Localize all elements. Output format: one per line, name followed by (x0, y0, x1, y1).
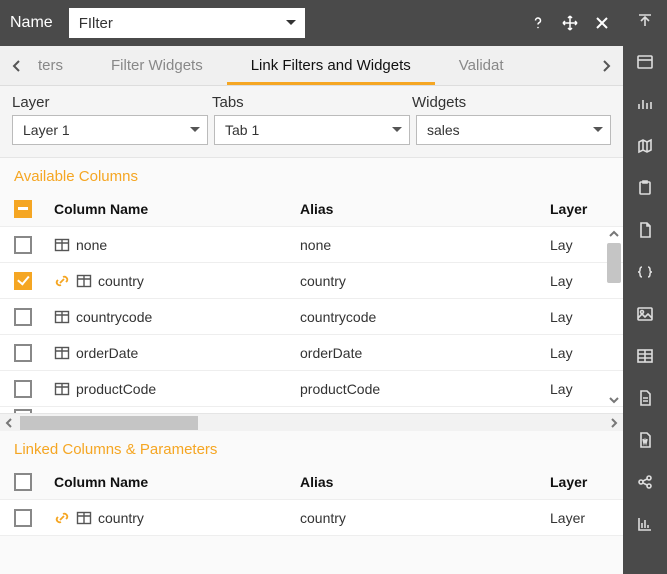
scroll-right-icon[interactable] (605, 414, 623, 432)
tabs-scroll-right[interactable] (589, 46, 623, 85)
column-icon (54, 237, 70, 253)
tabs-dropdown-value: Tab 1 (225, 122, 259, 138)
linked-header-name[interactable]: Column Name (54, 474, 300, 490)
tab-link-filters-and-widgets[interactable]: Link Filters and Widgets (227, 46, 435, 85)
clipboard-icon[interactable] (631, 174, 659, 202)
column-icon (76, 273, 92, 289)
column-icon (54, 381, 70, 397)
available-row[interactable]: nonenoneLay (0, 227, 623, 263)
available-columns-title: Available Columns (0, 158, 623, 191)
link-icon (54, 273, 70, 289)
available-row[interactable]: orderDateorderDateLay (0, 335, 623, 371)
column-name: country (98, 510, 144, 526)
layer-dropdown-label: Layer (12, 94, 212, 111)
tabs-dropdown-label: Tabs (212, 94, 412, 111)
column-icon (54, 309, 70, 325)
column-name: countrycode (76, 309, 152, 325)
titlebar-filter-select[interactable]: FIlter (69, 8, 305, 38)
available-row[interactable] (0, 407, 623, 413)
chart-icon[interactable] (631, 510, 659, 538)
code-icon[interactable] (631, 258, 659, 286)
tabs-scroll-left[interactable] (0, 46, 34, 85)
analytics-icon[interactable] (631, 90, 659, 118)
caret-down-icon (391, 124, 403, 136)
column-alias: country (300, 510, 550, 526)
available-row[interactable]: countrycodecountrycodeLay (0, 299, 623, 335)
row-checkbox[interactable] (14, 272, 32, 290)
available-select-all-checkbox[interactable] (14, 200, 32, 218)
column-alias: country (300, 273, 550, 289)
sheet-icon[interactable] (631, 384, 659, 412)
row-checkbox[interactable] (14, 308, 32, 326)
row-checkbox[interactable] (14, 344, 32, 362)
available-row[interactable]: countrycountryLay (0, 263, 623, 299)
column-alias: countrycode (300, 309, 550, 325)
tab-filter-widgets[interactable]: Filter Widgets (87, 46, 227, 85)
widgets-dropdown-value: sales (427, 122, 460, 138)
column-icon (76, 510, 92, 526)
scroll-down-icon[interactable] (607, 393, 621, 407)
titlebar-name-label: Name (10, 14, 53, 32)
right-sidebar (623, 0, 667, 574)
move-icon[interactable] (559, 12, 581, 34)
available-row[interactable]: productCodeproductCodeLay (0, 371, 623, 407)
share-icon[interactable] (631, 468, 659, 496)
widgets-dropdown-label: Widgets (412, 94, 611, 111)
available-header-alias[interactable]: Alias (300, 201, 550, 217)
document-icon[interactable] (631, 216, 659, 244)
column-name: productCode (76, 381, 156, 397)
data-panel-icon[interactable] (631, 48, 659, 76)
column-icon (54, 345, 70, 361)
column-layer: Layer (550, 510, 623, 526)
caret-down-icon (592, 124, 604, 136)
scroll-thumb[interactable] (607, 243, 621, 283)
available-vertical-scrollbar[interactable] (605, 227, 623, 407)
table-icon[interactable] (631, 342, 659, 370)
available-horizontal-scrollbar[interactable] (0, 413, 623, 431)
linked-columns-title: Linked Columns & Parameters (0, 431, 623, 464)
available-header-name[interactable]: Column Name (54, 201, 300, 217)
help-icon[interactable] (527, 12, 549, 34)
caret-down-icon (189, 124, 201, 136)
row-checkbox[interactable] (14, 236, 32, 254)
row-checkbox[interactable] (14, 509, 32, 527)
image-icon[interactable] (631, 300, 659, 328)
tab-partial-left[interactable]: ters (34, 46, 87, 85)
tabs-dropdown[interactable]: Tab 1 (214, 115, 410, 145)
scroll-thumb[interactable] (20, 416, 198, 430)
row-checkbox[interactable] (14, 409, 32, 414)
linked-header-layer[interactable]: Layer (550, 474, 623, 490)
tab-partial-right[interactable]: Validat (435, 46, 528, 85)
linked-header-alias[interactable]: Alias (300, 474, 550, 490)
column-alias: none (300, 237, 550, 253)
map-icon[interactable] (631, 132, 659, 160)
column-alias: orderDate (300, 345, 550, 361)
available-header-layer[interactable]: Layer (550, 201, 623, 217)
column-name: none (76, 237, 107, 253)
caret-down-icon (285, 17, 297, 29)
scroll-up-icon[interactable] (607, 227, 621, 241)
layer-dropdown-value: Layer 1 (23, 122, 70, 138)
linked-row[interactable]: countrycountryLayer (0, 500, 623, 536)
widgets-dropdown[interactable]: sales (416, 115, 611, 145)
titlebar-filter-value: FIlter (79, 15, 113, 32)
column-name: orderDate (76, 345, 138, 361)
row-checkbox[interactable] (14, 380, 32, 398)
column-name: country (98, 273, 144, 289)
collapse-top-icon[interactable] (631, 6, 659, 34)
scroll-left-icon[interactable] (0, 414, 18, 432)
column-alias: productCode (300, 381, 550, 397)
link-icon (54, 510, 70, 526)
linked-select-all-checkbox[interactable] (14, 473, 32, 491)
close-icon[interactable] (591, 12, 613, 34)
word-doc-icon[interactable] (631, 426, 659, 454)
layer-dropdown[interactable]: Layer 1 (12, 115, 208, 145)
